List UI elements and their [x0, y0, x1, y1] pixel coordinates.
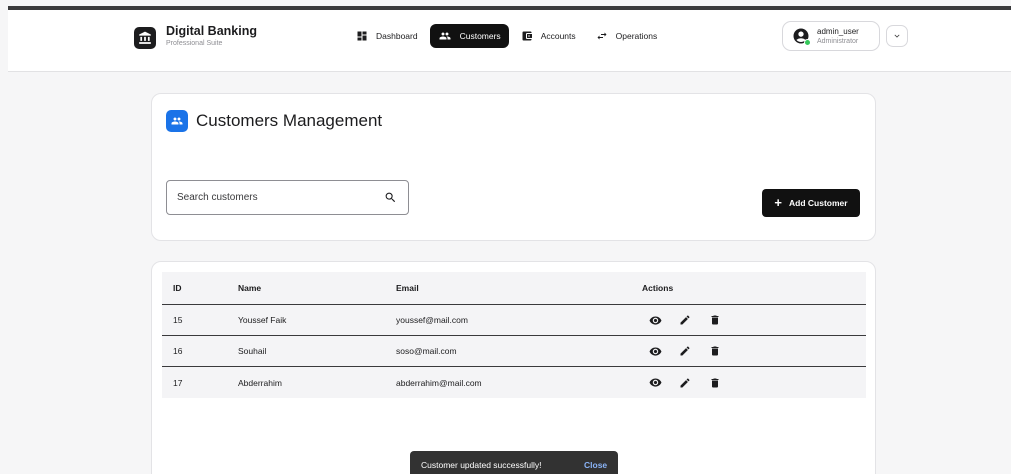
nav-operations[interactable]: Operations	[588, 24, 666, 48]
header-actions: Actions	[642, 283, 674, 293]
add-customer-button[interactable]: + Add Customer	[762, 189, 860, 217]
chevron-down-icon	[894, 34, 900, 38]
table-header-row: ID Name Email Actions	[162, 272, 866, 305]
view-button[interactable]	[648, 313, 662, 327]
eye-icon	[649, 378, 661, 387]
eye-icon	[649, 346, 661, 356]
online-status-dot	[804, 39, 811, 46]
account-circle-icon	[792, 27, 811, 46]
wallet-icon	[522, 31, 532, 41]
people-icon	[439, 32, 451, 40]
nav-dashboard[interactable]: Dashboard	[348, 24, 426, 48]
user-role: Administrator	[817, 37, 859, 45]
trash-icon	[711, 378, 719, 387]
add-customer-label: Add Customer	[789, 198, 848, 208]
nav-accounts-label: Accounts	[540, 31, 576, 41]
app-header: Digital Banking Professional Suite Dashb…	[8, 10, 1011, 72]
brand-title: Digital Banking	[166, 24, 257, 38]
table-row: 15 Youssef Faik youssef@mail.com	[162, 305, 866, 336]
customers-table: ID Name Email Actions 15 Youssef Faik yo…	[162, 272, 866, 398]
people-icon	[166, 110, 188, 132]
cell-name: Abderrahim	[238, 377, 282, 388]
cell-name: Souhail	[238, 346, 267, 356]
nav-customers[interactable]: Customers	[429, 24, 509, 48]
row-actions	[648, 367, 738, 398]
dashboard-icon	[357, 31, 367, 41]
delete-button[interactable]	[708, 313, 722, 327]
nav-dashboard-label: Dashboard	[376, 31, 418, 41]
customers-table-card: ID Name Email Actions 15 Youssef Faik yo…	[151, 261, 876, 474]
cell-email: soso@mail.com	[396, 346, 457, 356]
cell-email: youssef@mail.com	[396, 315, 468, 325]
table-row: 17 Abderrahim abderrahim@mail.com	[162, 367, 866, 398]
bank-icon	[134, 27, 156, 49]
snackbar-close-button[interactable]: Close	[584, 451, 607, 474]
snackbar-message: Customer updated successfully!	[421, 460, 542, 470]
nav-operations-label: Operations	[615, 31, 658, 41]
row-actions	[648, 336, 738, 366]
user-menu-button[interactable]	[886, 25, 908, 47]
user-name: admin_user	[817, 26, 859, 36]
plus-icon: +	[774, 195, 783, 210]
nav-accounts[interactable]: Accounts	[513, 24, 584, 48]
trash-icon	[711, 315, 719, 325]
eye-icon	[649, 315, 661, 325]
table-row: 16 Souhail soso@mail.com	[162, 336, 866, 367]
view-button[interactable]	[648, 344, 662, 358]
cell-id: 15	[173, 315, 183, 325]
row-actions	[648, 305, 738, 335]
view-button[interactable]	[648, 376, 662, 390]
header-name: Name	[238, 283, 262, 293]
cell-id: 16	[173, 346, 183, 356]
brand[interactable]: Digital Banking Professional Suite	[134, 24, 257, 49]
cell-email: abderrahim@mail.com	[396, 377, 482, 388]
main-nav: Dashboard Customers Accounts Operations	[348, 24, 669, 48]
cell-name: Youssef Faik	[238, 315, 287, 325]
trash-icon	[711, 346, 719, 356]
user-profile-chip[interactable]: admin_user Administrator	[782, 21, 880, 51]
pencil-icon	[680, 315, 690, 325]
header-email: Email	[396, 283, 419, 293]
pencil-icon	[680, 377, 690, 387]
delete-button[interactable]	[708, 376, 722, 390]
swap-arrows-icon	[597, 32, 607, 40]
customers-toolbar-card: Customers Management + Add Customer	[151, 93, 876, 241]
nav-customers-label: Customers	[459, 31, 501, 41]
edit-button[interactable]	[678, 344, 692, 358]
search-icon[interactable]	[384, 191, 397, 204]
edit-button[interactable]	[678, 313, 692, 327]
edit-button[interactable]	[678, 376, 692, 390]
search-input[interactable]	[177, 181, 377, 214]
snackbar: Customer updated successfully! Close	[410, 451, 618, 474]
brand-subtitle: Professional Suite	[166, 40, 223, 47]
page-title-row: Customers Management	[166, 110, 382, 132]
cell-id: 17	[173, 377, 183, 388]
search-field[interactable]	[166, 180, 409, 215]
pencil-icon	[680, 346, 690, 356]
page-title: Customers Management	[196, 111, 383, 130]
header-id: ID	[173, 283, 182, 293]
delete-button[interactable]	[708, 344, 722, 358]
